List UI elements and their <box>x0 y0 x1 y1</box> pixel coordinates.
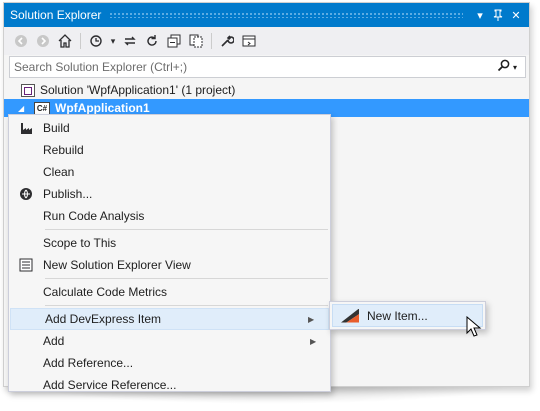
menu-item-new-item[interactable]: New Item... <box>332 304 483 327</box>
solution-label: Solution 'WpfApplication1' (1 project) <box>40 83 236 97</box>
menu-item-add[interactable]: Add ▶ <box>9 330 330 352</box>
history-icon[interactable] <box>85 30 107 52</box>
back-icon[interactable] <box>10 30 32 52</box>
menu-item-add-reference[interactable]: Add Reference... <box>9 352 330 374</box>
show-all-files-icon[interactable] <box>185 30 207 52</box>
close-icon[interactable]: ✕ <box>507 6 525 24</box>
properties-icon[interactable] <box>216 30 238 52</box>
publish-icon <box>9 187 43 201</box>
menu-separator <box>45 278 328 279</box>
devexpress-submenu: New Item... <box>329 301 486 330</box>
solution-icon <box>21 83 35 97</box>
toolbar-separator <box>80 33 81 49</box>
menu-item-clean[interactable]: Clean <box>9 161 330 183</box>
window-position-dropdown-icon[interactable]: ▾ <box>471 6 489 24</box>
preview-icon[interactable] <box>238 30 260 52</box>
solution-tree: Solution 'WpfApplication1' (1 project) ◢… <box>4 81 529 117</box>
menu-item-add-service-reference[interactable]: Add Service Reference... <box>9 374 330 396</box>
auto-hide-pin-icon[interactable] <box>489 6 507 24</box>
panel-title: Solution Explorer <box>10 8 102 22</box>
toolbar: ▾ <box>4 27 529 55</box>
submenu-arrow-icon: ▶ <box>308 314 315 324</box>
menu-item-scope-to-this[interactable]: Scope to This <box>9 232 330 254</box>
refresh-icon[interactable] <box>141 30 163 52</box>
tree-item-solution[interactable]: Solution 'WpfApplication1' (1 project) <box>4 81 529 99</box>
sync-icon[interactable] <box>119 30 141 52</box>
project-label: WpfApplication1 <box>55 101 150 115</box>
new-view-icon <box>9 258 43 272</box>
home-icon[interactable] <box>54 30 76 52</box>
devexpress-icon <box>333 308 367 323</box>
title-bar[interactable]: Solution Explorer ▾ ✕ <box>4 3 529 27</box>
menu-item-publish[interactable]: Publish... <box>9 183 330 205</box>
csharp-project-icon: C# <box>34 101 50 115</box>
menu-item-add-devexpress-item[interactable]: Add DevExpress Item ▶ <box>10 308 329 330</box>
search-icon[interactable] <box>493 59 513 75</box>
collapse-arrow-icon[interactable]: ◢ <box>18 104 34 113</box>
collapse-all-icon[interactable] <box>163 30 185 52</box>
forward-icon[interactable] <box>32 30 54 52</box>
context-menu: Build Rebuild Clean Publish... Run Code … <box>8 114 331 392</box>
toolbar-separator <box>211 33 212 49</box>
menu-separator <box>45 305 328 306</box>
drag-grip[interactable] <box>109 12 463 18</box>
menu-item-build[interactable]: Build <box>9 117 330 139</box>
menu-item-new-solution-explorer-view[interactable]: New Solution Explorer View <box>9 254 330 276</box>
mouse-cursor-icon <box>466 316 482 337</box>
menu-item-run-code-analysis[interactable]: Run Code Analysis <box>9 205 330 227</box>
search-box[interactable]: ▾ <box>9 56 526 78</box>
menu-separator <box>45 229 328 230</box>
build-icon <box>9 121 43 135</box>
search-input[interactable] <box>10 60 493 74</box>
submenu-arrow-icon: ▶ <box>310 336 317 346</box>
menu-item-rebuild[interactable]: Rebuild <box>9 139 330 161</box>
search-options-dropdown-icon[interactable]: ▾ <box>513 63 525 72</box>
history-dropdown-icon[interactable]: ▾ <box>107 30 119 52</box>
menu-item-calculate-code-metrics[interactable]: Calculate Code Metrics <box>9 281 330 303</box>
